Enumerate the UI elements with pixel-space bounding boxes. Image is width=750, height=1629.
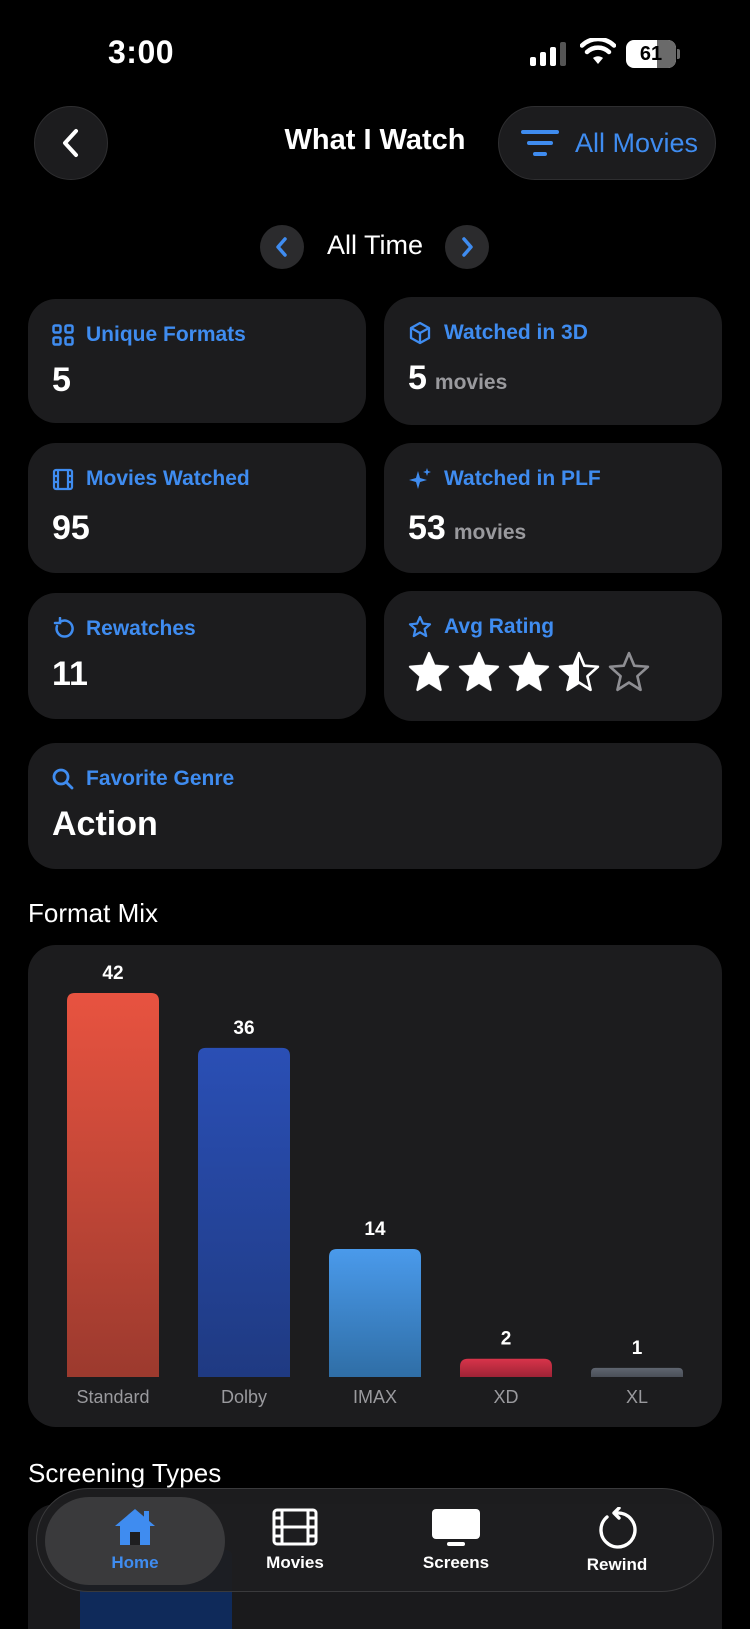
category-label: IMAX — [353, 1387, 397, 1407]
tab-home[interactable]: Home — [45, 1497, 225, 1585]
bar-value-label: 14 — [364, 1219, 386, 1240]
next-period-button[interactable] — [445, 225, 489, 269]
tab-rewind-label: Rewind — [586, 1555, 648, 1574]
watched-plf-unit: movies — [453, 521, 527, 544]
status-time: 3:00 — [108, 34, 175, 70]
bar-value-label: 42 — [102, 963, 123, 984]
tab-bar: Home Movies Screens Rewind — [36, 1488, 714, 1592]
avg-rating-card[interactable]: Avg Rating — [384, 591, 722, 721]
tab-screens[interactable]: Screens — [366, 1497, 546, 1585]
rewind-icon — [53, 617, 74, 638]
bar-value-label: 1 — [632, 1338, 643, 1359]
star-empty-icon — [608, 651, 650, 692]
chevron-right-icon — [462, 237, 473, 257]
screening-types-title: Screening Types — [28, 1458, 222, 1488]
bar-imax — [329, 1249, 421, 1377]
status-bar: 3:00 61 — [0, 0, 750, 100]
bar-standard — [67, 993, 159, 1377]
bar-dolby — [198, 1047, 290, 1377]
favorite-genre-label: Favorite Genre — [86, 767, 235, 790]
favorite-genre-value: Action — [52, 805, 158, 843]
movies-watched-card[interactable]: Movies Watched 95 — [28, 443, 366, 573]
rewatches-value: 11 — [52, 655, 88, 693]
star-filled-icon — [458, 651, 500, 692]
rewind-icon — [599, 1507, 637, 1549]
tab-home-label: Home — [111, 1553, 159, 1572]
unique-formats-label: Unique Formats — [86, 323, 246, 346]
unique-formats-card[interactable]: Unique Formats 5 — [28, 299, 366, 423]
star-filled-icon — [508, 651, 550, 692]
tab-rewind[interactable]: Rewind — [527, 1497, 707, 1585]
watched-3d-card[interactable]: Watched in 3D 5 movies — [384, 297, 722, 425]
tab-movies-label: Movies — [266, 1553, 324, 1572]
battery-level: 61 — [639, 43, 663, 65]
format-mix-chart: 42 Standard 36 Dolby 14 IMAX 2 XD 1 XL — [28, 945, 722, 1427]
watched-3d-label: Watched in 3D — [444, 321, 588, 344]
filter-label: All Movies — [575, 127, 699, 158]
watched-plf-value: 53 — [408, 509, 446, 547]
search-icon — [52, 768, 74, 790]
wifi-icon — [580, 38, 616, 64]
watched-plf-card[interactable]: Watched in PLF 53 movies — [384, 443, 722, 573]
movie-filter-button[interactable]: All Movies — [498, 106, 716, 180]
watched-plf-label: Watched in PLF — [444, 467, 601, 490]
chevron-left-icon — [63, 129, 78, 157]
sparkles-icon — [409, 468, 431, 489]
favorite-genre-card[interactable]: Favorite Genre Action — [28, 743, 722, 869]
bar-xl — [591, 1367, 683, 1377]
category-label: Dolby — [221, 1387, 267, 1407]
film-icon — [52, 468, 74, 491]
page-title: What I Watch — [284, 124, 466, 156]
rewatches-label: Rewatches — [86, 617, 196, 640]
category-label: Standard — [76, 1387, 149, 1407]
tab-movies[interactable]: Movies — [205, 1497, 385, 1585]
screen-icon — [432, 1509, 480, 1546]
chevron-left-icon — [276, 237, 287, 257]
back-button[interactable] — [34, 106, 108, 180]
period-label: All Time — [326, 230, 424, 260]
category-label: XL — [626, 1387, 648, 1407]
battery-icon: 61 — [626, 40, 680, 68]
category-label: XD — [493, 1387, 518, 1407]
bar-value-label: 36 — [233, 1018, 254, 1039]
format-mix-title: Format Mix — [28, 898, 158, 928]
filter-icon — [521, 130, 559, 156]
bar-xd — [460, 1358, 552, 1377]
avg-rating-label: Avg Rating — [444, 615, 555, 638]
bar-value-label: 2 — [501, 1329, 512, 1350]
home-icon — [115, 1509, 155, 1545]
grid-icon — [52, 324, 74, 346]
cube-icon — [409, 321, 431, 345]
movies-watched-label: Movies Watched — [86, 467, 250, 490]
watched-3d-value: 5 — [408, 359, 427, 397]
rating-stars — [408, 651, 650, 693]
format-mix-chart-svg: 42 Standard 36 Dolby 14 IMAX 2 XD 1 XL — [67, 963, 683, 1407]
cellular-signal-icon — [530, 42, 566, 66]
star-outline-icon — [408, 615, 432, 638]
star-half-icon — [558, 651, 600, 692]
star-filled-icon — [408, 651, 450, 692]
unique-formats-value: 5 — [52, 361, 71, 399]
rewatches-card[interactable]: Rewatches 11 — [28, 593, 366, 719]
movies-watched-value: 95 — [52, 509, 90, 547]
watched-3d-unit: movies — [434, 371, 508, 394]
previous-period-button[interactable] — [260, 225, 304, 269]
tab-screens-label: Screens — [422, 1553, 490, 1572]
film-icon — [272, 1508, 318, 1546]
